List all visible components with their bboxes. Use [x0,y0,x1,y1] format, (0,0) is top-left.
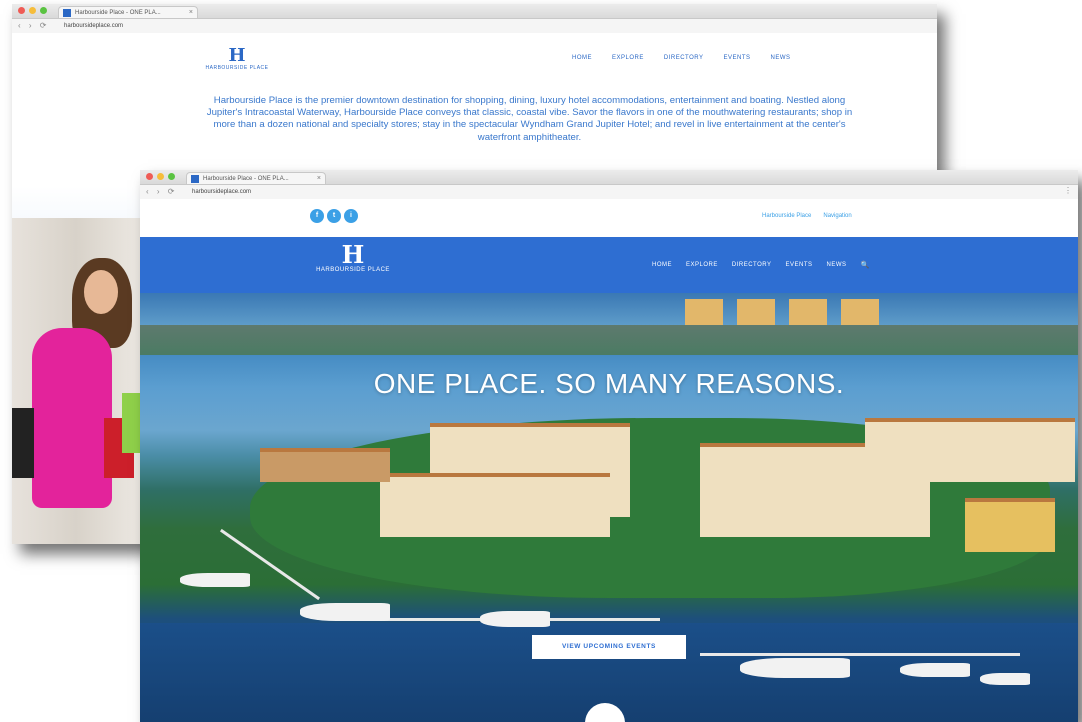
shopping-bag [122,393,140,453]
browser-tab[interactable]: Harbourside Place - ONE PLA... × [186,172,326,184]
far-shore [140,325,1078,355]
condo [737,299,775,327]
building [865,418,1075,482]
nav-directory[interactable]: DIRECTORY [664,55,704,61]
building [965,498,1055,552]
shopping-bag [12,408,34,478]
shopper-dress [32,328,112,508]
logo-mark-icon: H [341,240,365,269]
hero-headline: ONE PLACE. SO MANY REASONS. [373,368,845,399]
minimize-window-button[interactable] [157,173,164,180]
utility-link[interactable]: Harbourside Place [762,213,811,219]
tab-title: Harbourside Place - ONE PLA... [203,176,289,182]
window-controls[interactable] [18,7,47,14]
browser-menu-icon[interactable]: ⋮ [1064,186,1072,195]
yacht [980,673,1030,685]
browser-nav-buttons[interactable]: ‹ › ⟳ [18,21,49,30]
window-controls[interactable] [146,173,175,180]
logo-text: HARBOURSIDE PLACE [316,267,390,273]
favicon-icon [191,175,199,183]
social-links: f t i [310,209,358,223]
logo-text: HARBOURSIDE PLACE [205,65,269,71]
favicon-icon [63,9,71,17]
nav-news[interactable]: NEWS [771,55,791,61]
site-logo[interactable]: H HARBOURSIDE PLACE [308,240,398,274]
nav-explore[interactable]: EXPLORE [686,262,718,268]
front-address-bar: ‹ › ⟳ harboursideplace.com ⋮ [140,185,1078,200]
yacht [300,603,390,621]
nav-events[interactable]: EVENTS [785,262,812,268]
twitter-icon[interactable]: t [327,209,341,223]
zoom-window-button[interactable] [168,173,175,180]
logo-mark-icon: H [228,45,246,66]
utility-links: Harbourside Place Navigation [762,213,852,219]
tab-close-icon[interactable]: × [317,173,321,184]
intro-paragraph: Harbourside Place is the premier downtow… [206,95,853,143]
nav-events[interactable]: EVENTS [723,55,750,61]
url-field[interactable]: harboursideplace.com [64,21,123,31]
building [260,448,390,482]
tab-title: Harbourside Place - ONE PLA... [75,10,161,16]
utility-bar: f t i Harbourside Place Navigation [140,199,1078,237]
yacht [740,658,850,678]
close-window-button[interactable] [146,173,153,180]
yacht [480,611,550,627]
browser-tab[interactable]: Harbourside Place - ONE PLA... × [58,6,198,18]
back-site-logo[interactable]: H HARBOURSIDE PLACE [202,45,272,72]
ocean-horizon [140,293,1078,325]
browser-nav-buttons[interactable]: ‹ › ⟳ [146,187,177,196]
condo [841,299,879,327]
main-nav: HOME EXPLORE DIRECTORY EVENTS NEWS 🔍 [652,261,870,269]
back-titlebar: Harbourside Place - ONE PLA... × [12,4,937,19]
pier [700,653,1020,656]
minimize-window-button[interactable] [29,7,36,14]
nav-explore[interactable]: EXPLORE [612,55,644,61]
url-field[interactable]: harboursideplace.com [192,187,251,197]
instagram-icon[interactable]: i [344,209,358,223]
yacht [180,573,250,587]
yacht [900,663,970,677]
nav-news[interactable]: NEWS [827,262,847,268]
nav-home[interactable]: HOME [652,262,672,268]
view-upcoming-events-button[interactable]: VIEW UPCOMING EVENTS [532,635,686,659]
zoom-window-button[interactable] [40,7,47,14]
front-browser-window: Harbourside Place - ONE PLA... × ‹ › ⟳ h… [140,170,1078,722]
nav-home[interactable]: HOME [572,55,592,61]
condo-towers [685,299,879,327]
front-titlebar: Harbourside Place - ONE PLA... × [140,170,1078,185]
condo [685,299,723,327]
hero-aerial-image: ONE PLACE. SO MANY REASONS. VIEW UPCOMIN… [140,293,1078,722]
search-icon[interactable]: 🔍 [861,261,870,269]
facebook-icon[interactable]: f [310,209,324,223]
back-address-bar: ‹ › ⟳ harboursideplace.com [12,19,937,34]
tab-close-icon[interactable]: × [189,7,193,18]
utility-link[interactable]: Navigation [823,213,851,219]
back-main-nav: HOME EXPLORE DIRECTORY EVENTS NEWS [572,55,791,61]
close-window-button[interactable] [18,7,25,14]
condo [789,299,827,327]
building [380,473,610,537]
header-nav-band: H HARBOURSIDE PLACE HOME EXPLORE DIRECTO… [140,237,1078,293]
nav-directory[interactable]: DIRECTORY [732,262,772,268]
shopper-face [84,270,118,314]
shopper-photo [12,218,140,544]
